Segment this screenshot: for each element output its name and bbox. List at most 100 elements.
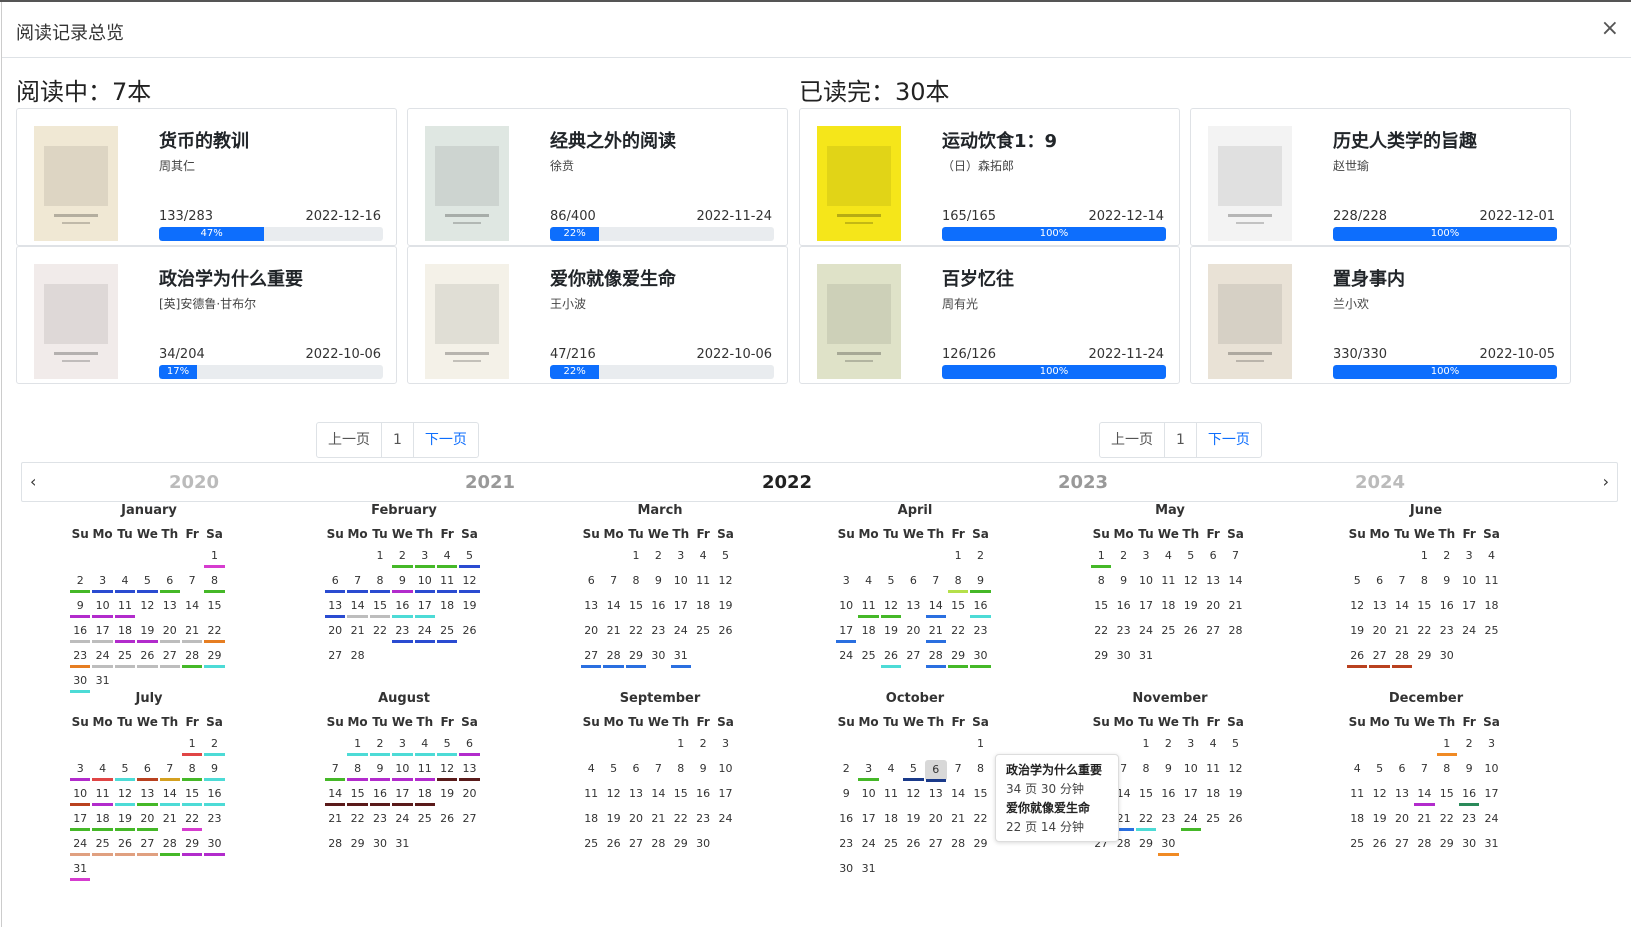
book-card[interactable]: 货币的教训 周其仁 133/283 2022-12-16 47% <box>16 108 397 246</box>
calendar-day[interactable]: 26 <box>1346 646 1368 671</box>
calendar-day[interactable]: 18 <box>436 596 458 621</box>
calendar-day[interactable]: 3 <box>1458 546 1480 571</box>
calendar-day[interactable]: 13 <box>136 784 158 809</box>
calendar-day[interactable]: 14 <box>1224 571 1246 596</box>
calendar-day[interactable]: 18 <box>880 809 902 834</box>
calendar-day[interactable]: 10 <box>835 596 857 621</box>
calendar-day[interactable]: 7 <box>181 571 203 596</box>
calendar-day[interactable]: 27 <box>902 646 924 671</box>
calendar-day[interactable]: 18 <box>580 809 602 834</box>
calendar-day[interactable]: 2 <box>369 734 391 759</box>
calendar-day[interactable]: 30 <box>647 646 669 671</box>
calendar-day[interactable]: 1 <box>670 734 692 759</box>
calendar-day[interactable]: 7 <box>925 571 947 596</box>
calendar-day[interactable]: 29 <box>625 646 647 671</box>
calendar-day[interactable]: 29 <box>181 834 203 859</box>
calendar-day[interactable]: 8 <box>1436 759 1458 784</box>
book-card[interactable]: 百岁忆往 周有光 126/126 2022-11-24 100% <box>799 246 1180 384</box>
calendar-day[interactable]: 7 <box>602 571 624 596</box>
calendar-day[interactable]: 17 <box>391 784 413 809</box>
calendar-day[interactable]: 5 <box>714 546 736 571</box>
calendar-day[interactable]: 8 <box>1090 571 1112 596</box>
calendar-day[interactable]: 11 <box>580 784 602 809</box>
calendar-day[interactable]: 24 <box>1480 809 1502 834</box>
calendar-day[interactable]: 7 <box>324 759 346 784</box>
calendar-day[interactable]: 28 <box>1224 621 1246 646</box>
calendar-day[interactable]: 2 <box>1112 546 1134 571</box>
calendar-day[interactable]: 7 <box>159 759 181 784</box>
calendar-day[interactable]: 11 <box>1157 571 1179 596</box>
calendar-day[interactable]: 22 <box>1135 809 1157 834</box>
calendar-day[interactable]: 22 <box>181 809 203 834</box>
calendar-day[interactable]: 30 <box>369 834 391 859</box>
calendar-day[interactable]: 9 <box>1458 759 1480 784</box>
calendar-day[interactable]: 13 <box>458 759 480 784</box>
calendar-day[interactable]: 30 <box>1436 646 1458 671</box>
calendar-day[interactable]: 17 <box>1458 596 1480 621</box>
calendar-day[interactable]: 30 <box>1112 646 1134 671</box>
calendar-day[interactable]: 22 <box>1090 621 1112 646</box>
calendar-day[interactable]: 2 <box>1157 734 1179 759</box>
calendar-day[interactable]: 7 <box>1224 546 1246 571</box>
calendar-day[interactable]: 28 <box>602 646 624 671</box>
calendar-day[interactable]: 19 <box>714 596 736 621</box>
calendar-day[interactable]: 11 <box>1480 571 1502 596</box>
calendar-day[interactable]: 22 <box>1413 621 1435 646</box>
calendar-day[interactable]: 15 <box>969 784 991 809</box>
calendar-day[interactable]: 1 <box>1090 546 1112 571</box>
calendar-day[interactable]: 11 <box>436 571 458 596</box>
calendar-day[interactable]: 20 <box>1368 621 1390 646</box>
calendar-day[interactable]: 24 <box>857 834 879 859</box>
calendar-day[interactable]: 22 <box>369 621 391 646</box>
calendar-day[interactable]: 17 <box>835 621 857 646</box>
calendar-day[interactable]: 10 <box>857 784 879 809</box>
calendar-day[interactable]: 23 <box>69 646 91 671</box>
calendar-day[interactable]: 5 <box>880 571 902 596</box>
calendar-day[interactable]: 2 <box>391 546 413 571</box>
calendar-day[interactable]: 12 <box>1224 759 1246 784</box>
calendar-day[interactable]: 9 <box>969 571 991 596</box>
calendar-day[interactable]: 9 <box>391 571 413 596</box>
calendar-day[interactable]: 12 <box>902 784 924 809</box>
calendar-day[interactable]: 20 <box>159 621 181 646</box>
calendar-day[interactable]: 23 <box>969 621 991 646</box>
calendar-day[interactable]: 3 <box>69 759 91 784</box>
calendar-day[interactable]: 22 <box>203 621 225 646</box>
calendar-day[interactable]: 2 <box>692 734 714 759</box>
calendar-day[interactable]: 8 <box>625 571 647 596</box>
calendar-day[interactable]: 24 <box>91 646 113 671</box>
chevron-right-icon[interactable]: › <box>1603 472 1609 491</box>
calendar-day[interactable]: 13 <box>580 596 602 621</box>
calendar-day[interactable]: 13 <box>902 596 924 621</box>
calendar-day[interactable]: 6 <box>1368 571 1390 596</box>
calendar-day[interactable]: 19 <box>436 784 458 809</box>
calendar-day[interactable]: 24 <box>1458 621 1480 646</box>
year-2022[interactable]: 2022 <box>747 472 827 493</box>
calendar-day[interactable]: 3 <box>91 571 113 596</box>
calendar-day[interactable]: 24 <box>670 621 692 646</box>
calendar-day[interactable]: 5 <box>136 571 158 596</box>
calendar-day[interactable]: 12 <box>114 784 136 809</box>
calendar-day[interactable]: 6 <box>924 760 947 782</box>
close-icon[interactable]: × <box>1601 16 1619 41</box>
calendar-day[interactable]: 26 <box>714 621 736 646</box>
calendar-day[interactable]: 25 <box>436 621 458 646</box>
calendar-day[interactable]: 17 <box>1480 784 1502 809</box>
calendar-day[interactable]: 29 <box>947 646 969 671</box>
calendar-day[interactable]: 23 <box>1157 809 1179 834</box>
calendar-day[interactable]: 3 <box>391 734 413 759</box>
calendar-day[interactable]: 19 <box>602 809 624 834</box>
calendar-day[interactable]: 13 <box>1368 596 1390 621</box>
calendar-day[interactable]: 19 <box>1368 809 1390 834</box>
calendar-day[interactable]: 25 <box>857 646 879 671</box>
calendar-day[interactable]: 14 <box>925 596 947 621</box>
calendar-day[interactable]: 15 <box>1090 596 1112 621</box>
calendar-day[interactable]: 28 <box>346 646 368 671</box>
calendar-day[interactable]: 23 <box>835 834 857 859</box>
calendar-day[interactable]: 24 <box>1180 809 1202 834</box>
calendar-day[interactable]: 14 <box>1413 784 1435 809</box>
calendar-day[interactable]: 11 <box>857 596 879 621</box>
calendar-day[interactable]: 9 <box>1157 759 1179 784</box>
calendar-day[interactable]: 12 <box>136 596 158 621</box>
calendar-day[interactable]: 25 <box>1157 621 1179 646</box>
